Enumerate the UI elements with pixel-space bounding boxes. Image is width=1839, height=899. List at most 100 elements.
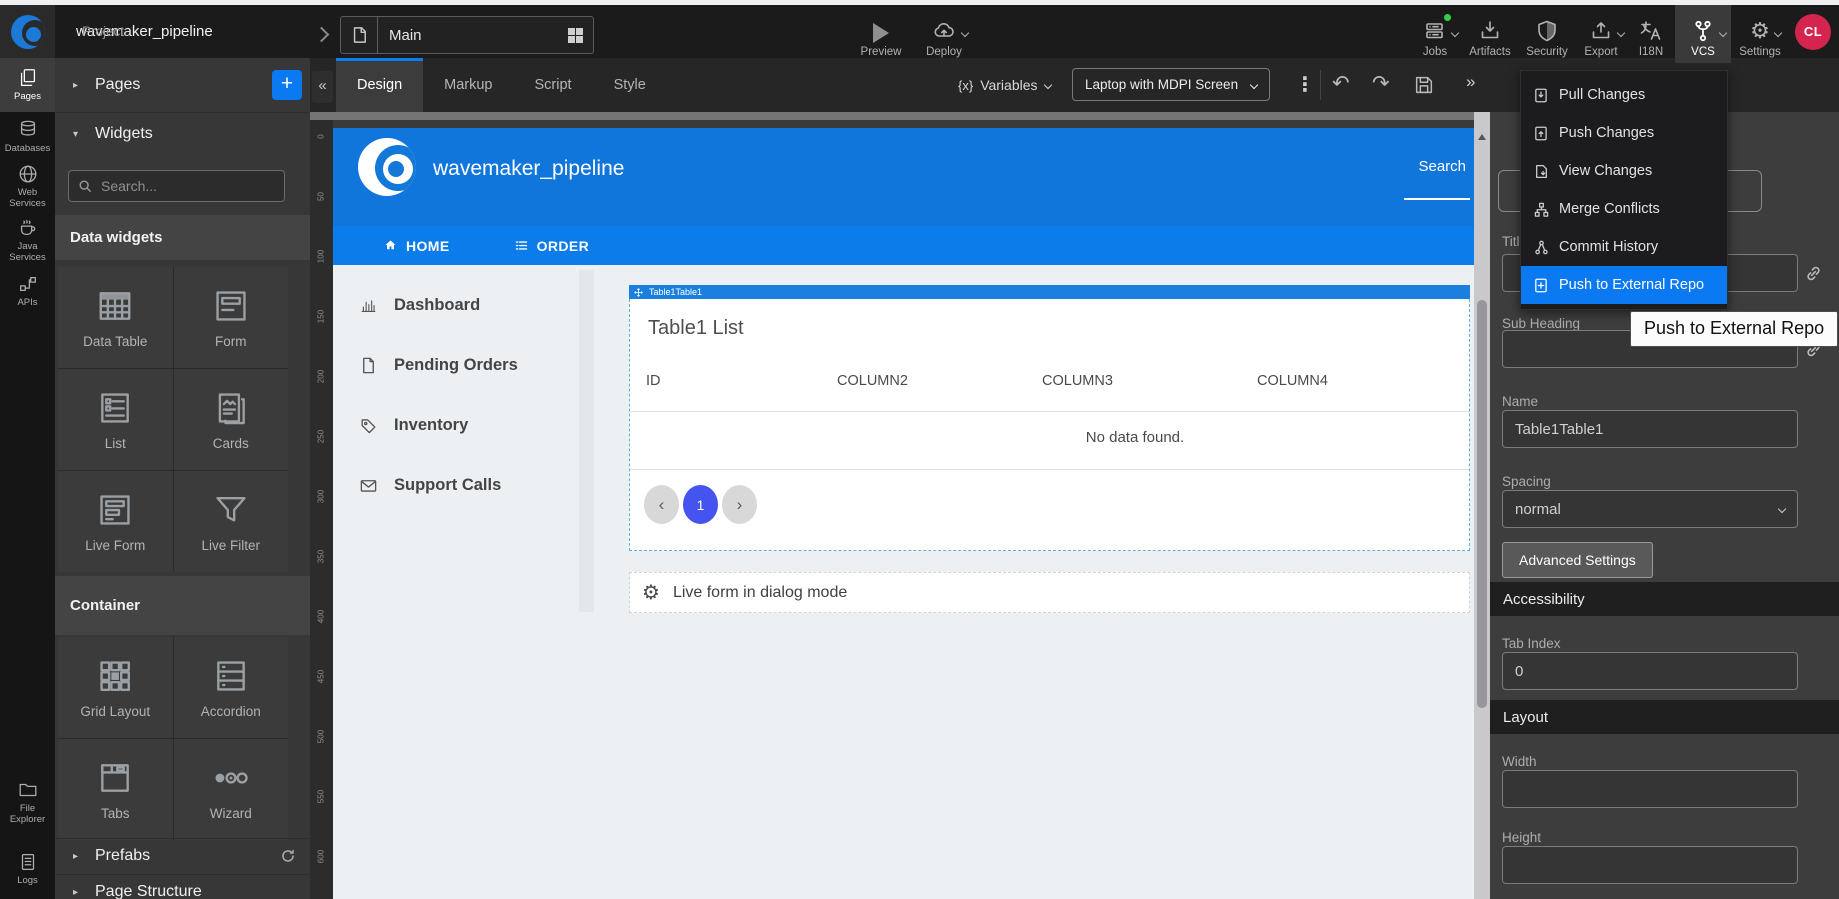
ruler-mark: 300 xyxy=(317,487,326,507)
panel-scrollbar[interactable] xyxy=(1474,112,1490,899)
pull-changes-icon xyxy=(1534,88,1549,103)
widget-tile-tabs[interactable]: Tabs xyxy=(58,739,173,840)
widget-tile-grid-layout[interactable]: Grid Layout xyxy=(58,637,173,738)
topbar-settings[interactable]: ⚙ Settings xyxy=(1731,5,1789,63)
apis-icon xyxy=(17,273,39,295)
nav-home[interactable]: HOME xyxy=(383,238,450,254)
selected-widget-bar[interactable]: Table1Table1 xyxy=(629,285,1470,299)
spacing-value: normal xyxy=(1515,501,1561,518)
page-grid-icon[interactable] xyxy=(568,28,583,43)
widget-tile-accordion[interactable]: Accordion xyxy=(174,637,289,738)
scrollbar-thumb[interactable] xyxy=(1477,300,1487,708)
toolbar-divider xyxy=(1320,70,1321,100)
tab-index-input[interactable] xyxy=(1502,652,1798,690)
deploy-button[interactable]: Deploy xyxy=(915,5,973,63)
rail-item-logs[interactable]: Logs xyxy=(0,846,55,892)
collapse-right-panel-button[interactable]: » xyxy=(1466,72,1475,92)
page-tab-main[interactable]: Main xyxy=(340,16,594,54)
save-button[interactable] xyxy=(1413,74,1435,96)
tab-script[interactable]: Script xyxy=(514,58,593,112)
tab-style[interactable]: Style xyxy=(593,58,667,112)
widgets-section-header[interactable]: ▾ Widgets xyxy=(55,112,310,155)
vcs-menu-item-label: Push Changes xyxy=(1559,125,1654,141)
tab-design[interactable]: Design xyxy=(336,58,423,112)
menu-item-inventory[interactable]: Inventory xyxy=(359,416,468,435)
rail-item-databases[interactable]: Databases xyxy=(0,116,55,158)
i18n-translate-icon xyxy=(1639,19,1663,43)
nav-order[interactable]: ORDER xyxy=(514,238,590,254)
vcs-menu-pull-changes[interactable]: Pull Changes xyxy=(1521,76,1727,114)
app-header[interactable]: wavemaker_pipeline Search xyxy=(333,128,1474,226)
page-structure-section-header[interactable]: ▸ Page Structure xyxy=(55,874,310,899)
rail-item-apis[interactable]: APIs xyxy=(0,270,55,312)
envelope-icon xyxy=(359,476,378,495)
topbar-export[interactable]: Export xyxy=(1575,5,1627,63)
widget-search[interactable] xyxy=(68,170,285,202)
widget-tile-cards[interactable]: Cards xyxy=(174,369,289,470)
widget-tile-live-filter[interactable]: Live Filter xyxy=(174,471,289,572)
ruler-mark: 50 xyxy=(317,187,326,207)
user-avatar[interactable]: CL xyxy=(1795,14,1831,50)
commit-history-icon xyxy=(1534,240,1549,255)
height-label: Height xyxy=(1502,830,1541,845)
widget-search-input[interactable] xyxy=(99,177,253,195)
redo-button[interactable]: ↷ xyxy=(1372,71,1390,96)
tab-markup[interactable]: Markup xyxy=(423,58,513,112)
spacing-select[interactable]: normal xyxy=(1502,490,1798,528)
widget-tile-live-form[interactable]: Live Form xyxy=(58,471,173,572)
app-logo xyxy=(358,138,416,196)
wavemaker-logo[interactable] xyxy=(0,5,55,58)
caret-right-icon: ▸ xyxy=(73,851,85,862)
topbar-security[interactable]: Security xyxy=(1519,5,1575,63)
topbar-jobs[interactable]: Jobs xyxy=(1409,5,1461,63)
menu-item-pending-orders[interactable]: Pending Orders xyxy=(359,356,518,375)
pagination-current-page[interactable]: 1 xyxy=(683,485,718,524)
preview-button[interactable]: Preview xyxy=(851,5,911,63)
width-input[interactable] xyxy=(1502,770,1798,808)
pagination-prev-button[interactable]: ‹ xyxy=(644,485,679,524)
prefabs-section-header[interactable]: ▸ Prefabs xyxy=(55,838,310,873)
undo-button[interactable]: ↶ xyxy=(1332,71,1350,96)
refresh-icon[interactable] xyxy=(280,848,296,864)
layout-section-header: Layout xyxy=(1490,700,1839,734)
name-input[interactable] xyxy=(1502,410,1798,448)
rail-item-file-explorer[interactable]: File Explorer xyxy=(0,774,55,830)
pages-section-header[interactable]: ▸ Pages + xyxy=(55,58,310,112)
page-scroll-gutter xyxy=(579,270,594,612)
vcs-menu-commit-history[interactable]: Commit History xyxy=(1521,228,1727,266)
variables-button[interactable]: {x} Variables xyxy=(958,58,1051,112)
vcs-menu-view-changes[interactable]: View Changes xyxy=(1521,152,1727,190)
data-table-widget[interactable]: Table1 List ID COLUMN2 COLUMN3 COLUMN4 N… xyxy=(629,299,1470,551)
topbar-artifacts[interactable]: Artifacts xyxy=(1461,5,1519,63)
tile-label: Tabs xyxy=(101,806,130,821)
topbar-i18n[interactable]: I18N xyxy=(1627,5,1675,63)
topbar-vcs[interactable]: VCS xyxy=(1675,5,1731,63)
widget-tile-form[interactable]: Form xyxy=(174,267,289,368)
scrollbar-up-arrow[interactable] xyxy=(1478,134,1486,140)
vcs-menu-merge-conflicts[interactable]: Merge Conflicts xyxy=(1521,190,1727,228)
more-options-kebab-icon[interactable]: ⋮ xyxy=(1295,72,1315,97)
widget-tile-data-table[interactable]: Data Table xyxy=(58,267,173,368)
device-selector[interactable]: Laptop with MDPI Screen xyxy=(1072,68,1270,101)
menu-item-support-calls[interactable]: Support Calls xyxy=(359,476,501,495)
widget-tile-wizard[interactable]: Wizard xyxy=(174,739,289,840)
vcs-menu-push-to-external-repo[interactable]: Push to External Repo xyxy=(1521,266,1727,304)
vcs-menu-item-label: Push to External Repo xyxy=(1559,277,1704,293)
menu-item-dashboard[interactable]: Dashboard xyxy=(359,296,480,315)
tile-label: Wizard xyxy=(210,806,252,821)
rail-item-pages[interactable]: Pages xyxy=(0,58,55,112)
rail-item-web-services[interactable]: Web Services xyxy=(0,160,55,212)
collapse-panel-button[interactable]: « xyxy=(312,71,333,103)
vcs-menu-push-changes[interactable]: Push Changes xyxy=(1521,114,1727,152)
add-page-button[interactable]: + xyxy=(272,70,302,100)
widget-tile-list[interactable]: List xyxy=(58,369,173,470)
pagination-next-button[interactable]: › xyxy=(722,485,757,524)
live-form-icon xyxy=(96,491,134,529)
height-input[interactable] xyxy=(1502,846,1798,884)
advanced-settings-button[interactable]: Advanced Settings xyxy=(1502,542,1653,578)
live-form-widget[interactable]: ⚙ Live form in dialog mode xyxy=(629,572,1470,613)
bind-link-icon[interactable] xyxy=(1804,264,1823,283)
app-search-link[interactable]: Search xyxy=(1418,158,1466,175)
rail-label: Web Services xyxy=(4,188,52,209)
rail-item-java-services[interactable]: Java Services xyxy=(0,214,55,266)
